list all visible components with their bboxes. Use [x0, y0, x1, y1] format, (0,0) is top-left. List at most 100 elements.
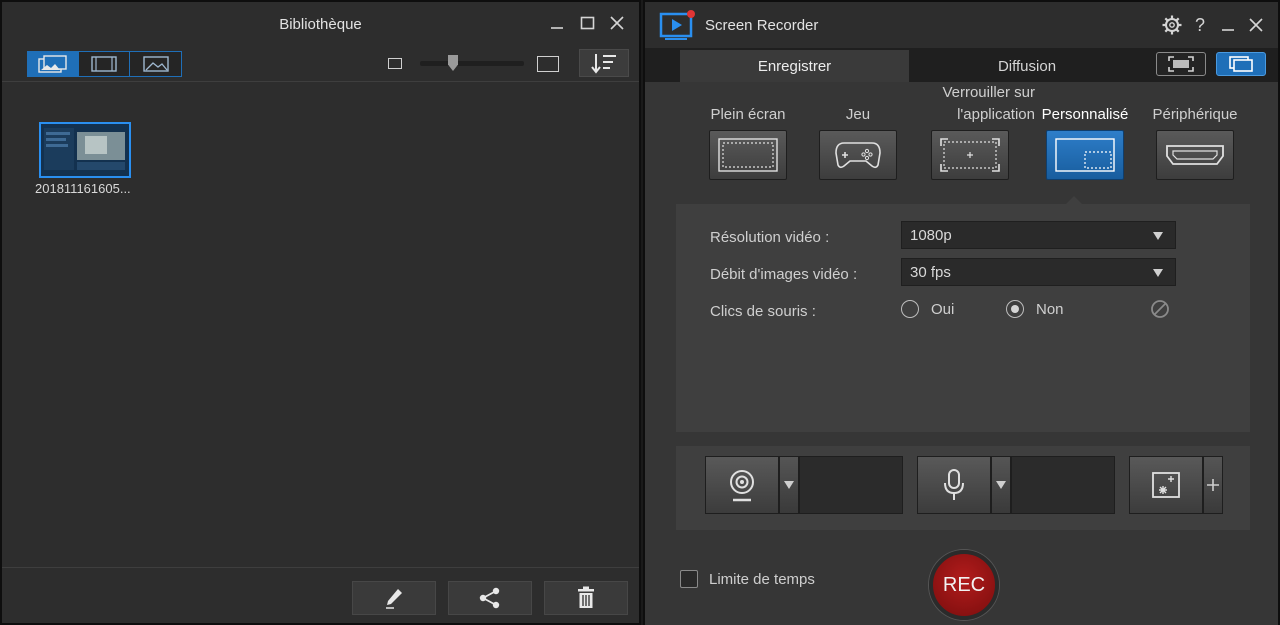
custom-mode-button[interactable]	[1046, 130, 1124, 180]
minimize-icon[interactable]	[1218, 14, 1238, 36]
share-icon	[479, 587, 500, 609]
game-mode-button[interactable]	[819, 130, 897, 180]
media-item[interactable]: 201811161605...	[35, 122, 139, 196]
mouse-clicks-yes-radio[interactable]: Oui	[901, 300, 954, 318]
close-icon[interactable]	[607, 13, 627, 33]
sort-button[interactable]	[579, 49, 629, 77]
radio-circle[interactable]	[1006, 300, 1024, 318]
large-thumbnail-icon	[537, 56, 559, 72]
lock-app-icon	[940, 138, 1000, 172]
library-window-controls	[547, 13, 627, 33]
recorder-tabs: Enregistrer Diffusion	[645, 48, 1278, 82]
webcam-button[interactable]	[705, 456, 779, 514]
radio-circle[interactable]	[901, 300, 919, 318]
webcam-icon	[730, 470, 754, 502]
resolution-select[interactable]: 1080p	[901, 221, 1176, 249]
media-item-name: 201811161605...	[35, 181, 131, 196]
recording-settings-panel: Résolution vidéo : 1080p Débit d'images …	[676, 204, 1250, 432]
film-icon	[91, 56, 117, 72]
fullscreen-mode-button[interactable]	[709, 130, 787, 180]
library-window: Bibliothèque 201811161605...	[0, 0, 641, 625]
video-filter-button[interactable]	[79, 52, 130, 76]
capture-mode-selector: Plein écran Jeu Verrouiller sur l'applic…	[700, 82, 1260, 204]
framerate-label: Débit d'images vidéo :	[710, 266, 858, 283]
mode-label-line1: Verrouiller sur	[942, 84, 1035, 101]
custom-region-icon	[1055, 138, 1115, 172]
record-button[interactable]: REC	[929, 550, 999, 620]
resolution-value: 1080p	[910, 226, 952, 244]
microphone-icon	[944, 469, 964, 500]
mouse-clicks-label: Clics de souris :	[710, 303, 816, 320]
settings-gear-icon[interactable]	[1162, 14, 1182, 36]
all-media-filter-button[interactable]	[28, 52, 79, 76]
mode-label-line2: l'application	[957, 106, 1035, 123]
small-thumbnail-icon	[388, 58, 402, 69]
chevron-down-icon	[996, 481, 1006, 489]
microphone-dropdown[interactable]	[991, 456, 1011, 514]
hdmi-icon	[1166, 145, 1224, 165]
tab-record[interactable]: Enregistrer	[680, 50, 909, 82]
delete-button[interactable]	[544, 581, 628, 615]
slider-handle[interactable]	[448, 55, 458, 71]
minimize-icon[interactable]	[547, 13, 567, 33]
lock-app-mode-button[interactable]	[931, 130, 1009, 180]
input-devices-bar	[676, 446, 1250, 530]
mode-label: Verrouiller sur l'application	[905, 82, 1035, 130]
library-title: Bibliothèque	[279, 15, 362, 33]
thumbnail-size-slider[interactable]	[420, 55, 524, 71]
image-icon	[142, 56, 169, 72]
mouse-effect-disabled-icon[interactable]	[1150, 299, 1170, 324]
microphone-level-area	[1011, 456, 1115, 514]
time-limit-checkbox[interactable]	[680, 570, 698, 588]
mode-game[interactable]: Jeu	[810, 82, 906, 180]
close-icon[interactable]	[1246, 14, 1266, 36]
microphone-button[interactable]	[917, 456, 991, 514]
capture-mode-button[interactable]	[1156, 52, 1206, 76]
mode-lock-app[interactable]: Verrouiller sur l'application	[905, 82, 1035, 180]
image-filter-button[interactable]	[130, 52, 181, 76]
record-button-label: REC	[942, 573, 986, 596]
tab-broadcast[interactable]: Diffusion	[909, 50, 1145, 82]
gamepad-icon	[835, 142, 881, 169]
plus-icon	[1207, 479, 1219, 491]
sort-icon	[591, 54, 616, 74]
screen-recorder-logo-icon	[659, 9, 695, 46]
capture-frame-icon	[1168, 56, 1194, 72]
add-effect-button[interactable]	[1203, 456, 1223, 514]
mode-custom[interactable]: Personnalisé	[1030, 82, 1140, 180]
effects-button[interactable]	[1129, 456, 1203, 514]
mode-label: Périphérique	[1152, 106, 1238, 123]
time-limit-option[interactable]: Limite de temps	[680, 570, 815, 588]
media-filter-group	[27, 51, 182, 77]
mode-fullscreen[interactable]: Plein écran	[700, 82, 796, 180]
chevron-down-icon	[784, 481, 794, 489]
recorder-title-bar: Screen Recorder ?	[645, 2, 1278, 48]
mode-label: Personnalisé	[1041, 106, 1129, 123]
share-button[interactable]	[448, 581, 532, 615]
mouse-clicks-no-radio[interactable]: Non	[1006, 300, 1064, 318]
radio-label: Oui	[931, 300, 955, 318]
library-toolbar	[2, 46, 639, 82]
time-limit-label: Limite de temps	[709, 570, 815, 588]
webcam-dropdown[interactable]	[779, 456, 799, 514]
framerate-select[interactable]: 30 fps	[901, 258, 1176, 286]
media-library-area: 201811161605...	[2, 83, 639, 567]
mode-label: Plein écran	[710, 106, 786, 123]
device-mode-button[interactable]	[1156, 130, 1234, 180]
recorder-window-controls: ?	[1162, 14, 1266, 36]
mode-device[interactable]: Périphérique	[1138, 82, 1252, 180]
radio-label: Non	[1036, 300, 1064, 318]
fullscreen-icon	[718, 138, 778, 172]
resolution-label: Résolution vidéo :	[710, 229, 830, 246]
effects-sparkle-icon	[1152, 472, 1180, 498]
all-media-icon	[38, 55, 67, 73]
recorder-title: Screen Recorder	[705, 17, 819, 34]
webcam-preview-area	[799, 456, 903, 514]
mode-label: Jeu	[845, 106, 871, 123]
maximize-icon[interactable]	[577, 13, 597, 33]
edit-button[interactable]	[352, 581, 436, 615]
recorder-window: Screen Recorder ? Enregistrer Diffusion	[643, 0, 1280, 625]
help-icon[interactable]: ?	[1190, 14, 1210, 36]
compact-mode-button[interactable]	[1216, 52, 1266, 76]
media-thumbnail[interactable]	[39, 122, 131, 178]
